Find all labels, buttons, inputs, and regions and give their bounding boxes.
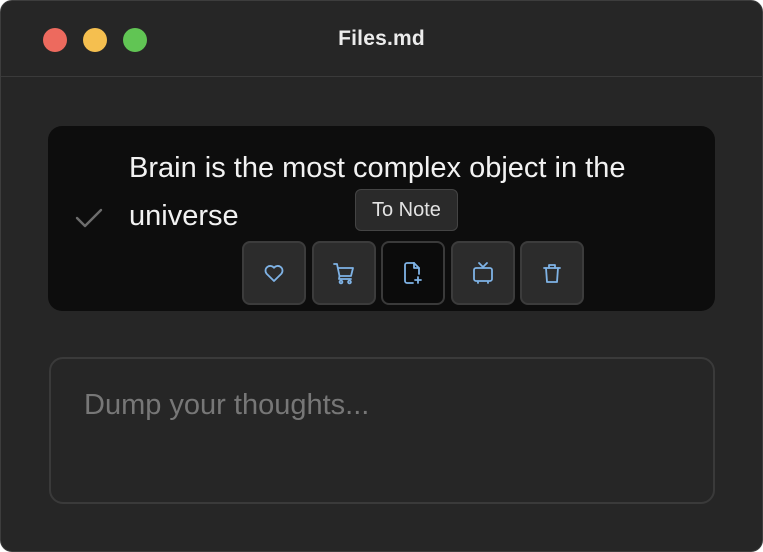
delete-button[interactable] [520, 241, 584, 305]
trash-icon [543, 264, 561, 283]
watch-tv-button[interactable] [451, 241, 515, 305]
thought-input[interactable] [49, 357, 715, 504]
heart-icon [264, 265, 284, 282]
app-window: Files.md Brain is the most complex objec… [0, 0, 763, 552]
window-title: Files.md [338, 27, 425, 50]
check-icon [75, 208, 103, 228]
file-plus-icon [404, 262, 422, 284]
shopping-cart-button[interactable] [312, 241, 376, 305]
title-bar: Files.md [1, 1, 762, 77]
to-note-button[interactable] [381, 241, 445, 305]
cart-icon [333, 263, 354, 285]
tv-icon [473, 262, 493, 284]
to-note-tooltip: To Note [355, 189, 458, 231]
favorite-button[interactable] [242, 241, 306, 305]
note-card[interactable]: Brain is the most complex object in the … [48, 126, 715, 311]
